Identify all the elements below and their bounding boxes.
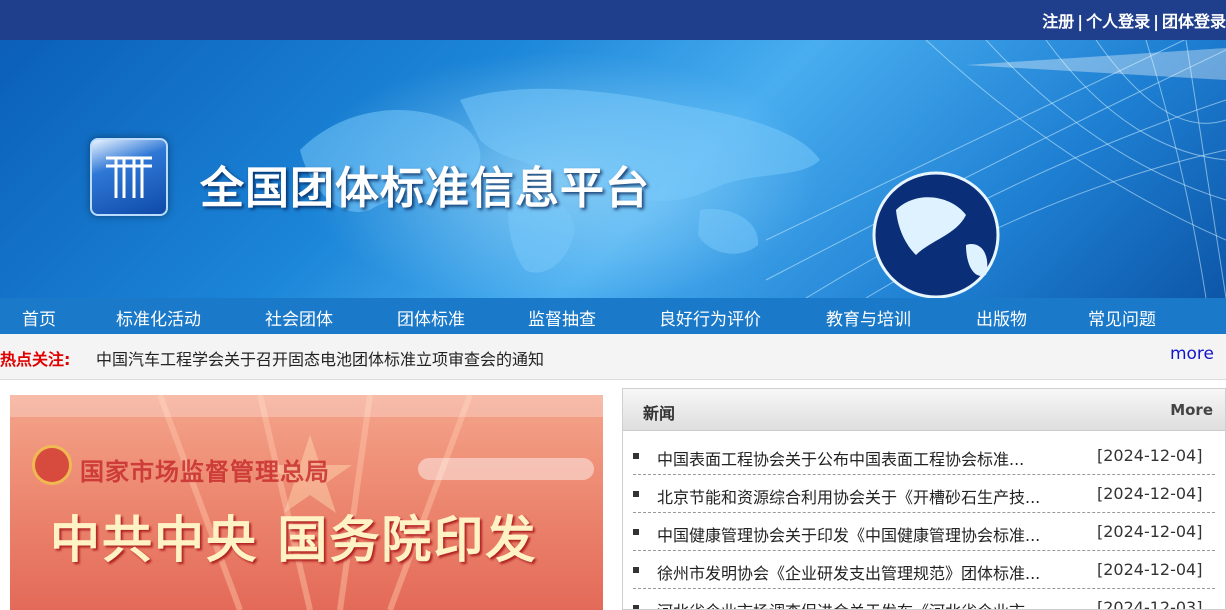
nav-item-home[interactable]: 首页	[22, 305, 56, 330]
bullet-icon	[633, 529, 639, 535]
slide-search-box	[418, 458, 594, 480]
link-separator: |	[1153, 12, 1159, 31]
nav-item-education[interactable]: 教育与培训	[826, 305, 911, 330]
nav-item-publications[interactable]: 出版物	[976, 305, 1027, 330]
link-separator: |	[1077, 12, 1084, 31]
slide-caption-small: 国家市场监督管理总局	[80, 458, 330, 486]
news-item-title[interactable]: 徐州市发明协会《企业研发支出管理规范》团体标准...	[657, 560, 1067, 584]
hot-headline-link[interactable]: 中国汽车工程学会关于召开固态电池团体标准立项审查会的通知	[96, 346, 544, 370]
top-bar: 注册 | 个人登录 | 团体登录	[0, 0, 1226, 40]
standards-logo-icon[interactable]	[90, 138, 168, 216]
news-item-date: [2024-12-04]	[1097, 560, 1203, 579]
account-links: 注册 | 个人登录 | 团体登录	[1042, 8, 1226, 32]
nav-item-group-standards[interactable]: 团体标准	[397, 305, 465, 330]
news-item-title[interactable]: 河北省企业市场调查促进会关于发布《河北省企业市...	[657, 598, 1067, 609]
news-item[interactable]: 中国表面工程协会关于公布中国表面工程协会标准... [2024-12-04]	[633, 437, 1215, 475]
slide-caption-big: 中共中央 国务院印发	[50, 511, 538, 569]
news-item-title[interactable]: 中国健康管理协会关于印发《中国健康管理协会标准...	[657, 522, 1067, 546]
mesh-graphic	[766, 40, 1226, 298]
bullet-icon	[633, 453, 639, 459]
national-emblem-icon	[32, 445, 72, 485]
news-item[interactable]: 北京节能和资源综合利用协会关于《开槽砂石生产技... [2024-12-04]	[633, 475, 1215, 513]
site-banner: 全国团体标准信息平台	[0, 40, 1226, 298]
news-item-title[interactable]: 北京节能和资源综合利用协会关于《开槽砂石生产技...	[657, 484, 1067, 508]
site-title: 全国团体标准信息平台	[200, 163, 650, 214]
nav-item-faq[interactable]: 常见问题	[1088, 305, 1156, 330]
nav-item-standardization-activities[interactable]: 标准化活动	[116, 305, 201, 330]
register-link[interactable]: 注册	[1042, 12, 1074, 31]
hot-topics-bar: 热点关注: 中国汽车工程学会关于召开固态电池团体标准立项审查会的通知 more	[0, 334, 1226, 380]
nav-item-good-conduct[interactable]: 良好行为评价	[659, 305, 761, 330]
news-panel: 新闻 More 中国表面工程协会关于公布中国表面工程协会标准... [2024-…	[622, 388, 1226, 610]
nav-item-inspection[interactable]: 监督抽查	[528, 305, 596, 330]
featured-slide[interactable]: 国家市场监督管理总局 中共中央 国务院印发	[10, 395, 603, 610]
hot-more-link[interactable]: more	[1170, 344, 1214, 364]
bullet-icon	[633, 491, 639, 497]
bullet-icon	[633, 567, 639, 573]
news-item-date: [2024-12-03]	[1097, 598, 1203, 610]
group-login-link[interactable]: 团体登录	[1162, 12, 1226, 31]
bullet-icon	[633, 605, 639, 609]
news-item[interactable]: 河北省企业市场调查促进会关于发布《河北省企业市... [2024-12-03]	[633, 589, 1215, 610]
news-item-title[interactable]: 中国表面工程协会关于公布中国表面工程协会标准...	[657, 446, 1067, 470]
news-title: 新闻	[643, 404, 676, 423]
news-item[interactable]: 中国健康管理协会关于印发《中国健康管理协会标准... [2024-12-04]	[633, 513, 1215, 551]
news-item-date: [2024-12-04]	[1097, 484, 1203, 503]
news-item[interactable]: 徐州市发明协会《企业研发支出管理规范》团体标准... [2024-12-04]	[633, 551, 1215, 589]
main-nav: 首页 标准化活动 社会团体 团体标准 监督抽查 良好行为评价 教育与培训 出版物…	[0, 298, 1226, 334]
news-header: 新闻 More	[623, 389, 1225, 431]
news-item-date: [2024-12-04]	[1097, 522, 1203, 541]
news-item-date: [2024-12-04]	[1097, 446, 1203, 465]
nav-item-social-groups[interactable]: 社会团体	[265, 305, 333, 330]
hot-label: 热点关注:	[0, 350, 71, 369]
personal-login-link[interactable]: 个人登录	[1086, 12, 1150, 31]
news-more-link[interactable]: More	[1170, 401, 1213, 419]
